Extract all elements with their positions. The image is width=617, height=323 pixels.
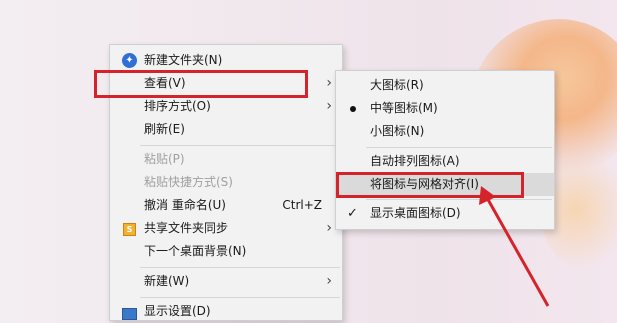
display-settings-icon bbox=[122, 308, 137, 320]
annotation-arrow bbox=[479, 186, 550, 307]
